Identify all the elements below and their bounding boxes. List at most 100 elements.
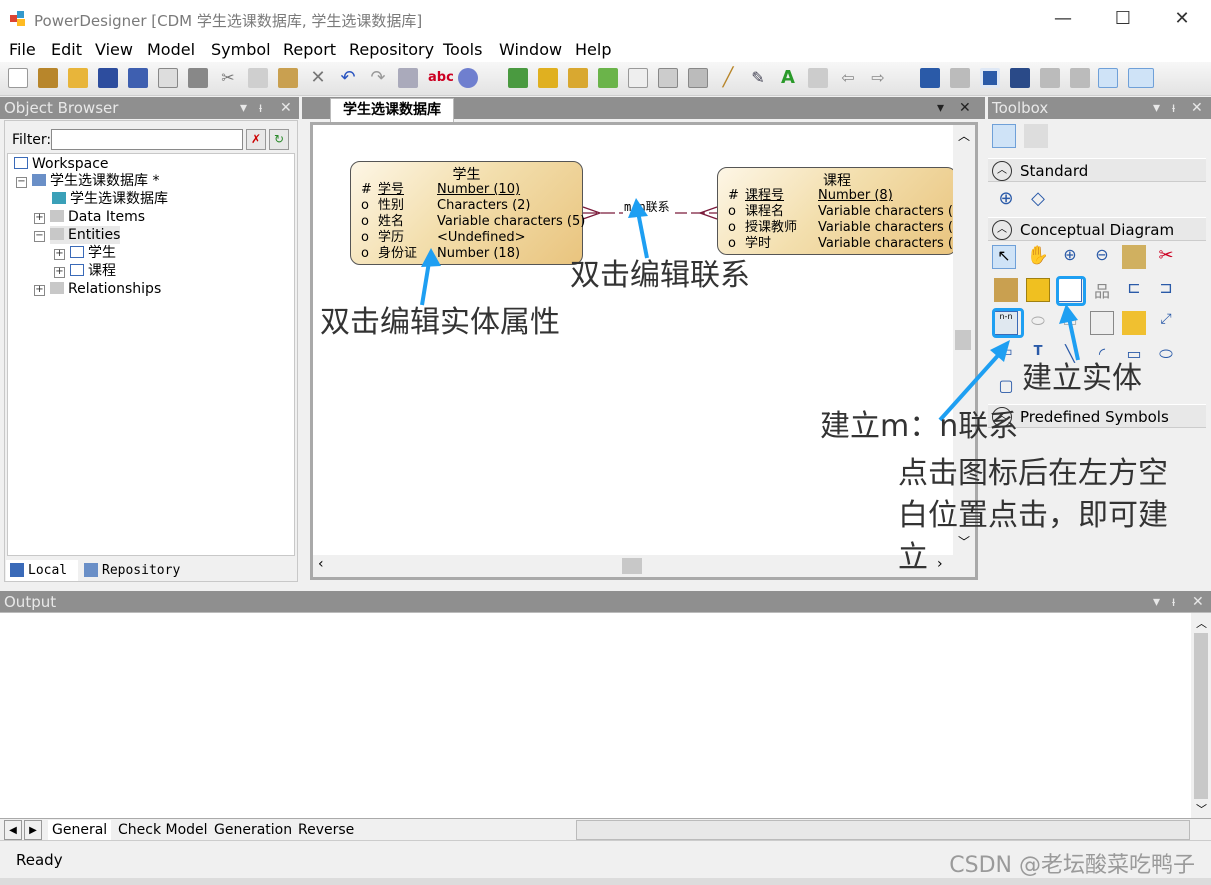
expand-entity-2-icon[interactable]: + <box>54 267 65 278</box>
association-link-tool-icon[interactable]: ⬭ <box>1026 311 1050 335</box>
tree-model[interactable]: 学生选课数据库 * <box>32 172 159 190</box>
diagram-icon[interactable] <box>920 68 940 88</box>
menu-file[interactable]: File <box>9 40 36 59</box>
list-view-icon[interactable] <box>1024 124 1048 148</box>
tree-entity-student[interactable]: 学生 <box>70 244 116 262</box>
scroll-right-icon[interactable]: › <box>937 556 943 572</box>
collapse-model-icon[interactable]: − <box>16 177 27 188</box>
large-icons-view-icon[interactable] <box>992 124 1016 148</box>
horizontal-scroll-thumb[interactable] <box>622 558 642 574</box>
zoom-page-icon[interactable] <box>1010 68 1030 88</box>
report-icon[interactable] <box>628 68 648 88</box>
print-preview-icon[interactable] <box>158 68 178 88</box>
shadow-icon[interactable] <box>658 68 678 88</box>
find-icon[interactable] <box>538 68 558 88</box>
page-icon[interactable] <box>980 68 1000 88</box>
link-tool-icon[interactable]: ⤢ <box>1154 311 1178 335</box>
back-icon[interactable]: ⇦ <box>838 68 858 88</box>
find-tool-icon[interactable]: ⊕ <box>994 188 1018 212</box>
grabber-tool-icon[interactable]: ✋ <box>1026 245 1050 269</box>
delete-icon[interactable]: ✕ <box>308 68 328 88</box>
scroll-down-icon[interactable]: ﹀ <box>958 533 970 550</box>
tab-diagram[interactable]: 学生选课数据库 <box>330 98 454 122</box>
lasso-tool-icon[interactable]: ◇ <box>1026 188 1050 212</box>
output-menu-icon[interactable]: ▾ <box>1153 591 1160 613</box>
tab-scroll-right-icon[interactable]: ▶ <box>24 820 42 840</box>
tree-entity-course[interactable]: 课程 <box>70 262 116 280</box>
clear-filter-icon[interactable]: ✗ <box>246 129 266 150</box>
menu-symbol[interactable]: Symbol <box>211 40 271 59</box>
open-icon[interactable] <box>68 68 88 88</box>
output-scroll-thumb[interactable] <box>1194 633 1208 799</box>
properties-icon[interactable] <box>398 68 418 88</box>
zoom-out-tool-icon[interactable]: ⊖ <box>1090 245 1114 269</box>
expand-data-items-icon[interactable]: + <box>34 213 45 224</box>
collapse-standard-icon[interactable]: ︿ <box>992 161 1012 181</box>
cut-icon[interactable]: ✂ <box>218 68 238 88</box>
grid-icon[interactable] <box>688 68 708 88</box>
layout-icon[interactable] <box>950 68 970 88</box>
output-panel[interactable]: ︿ ﹀ <box>0 612 1211 819</box>
ellipse-tool-icon[interactable]: ⬭ <box>1154 344 1178 368</box>
tree-workspace[interactable]: Workspace <box>14 155 109 173</box>
check-model-icon[interactable] <box>458 68 478 88</box>
apply-filter-icon[interactable]: ↻ <box>269 129 289 150</box>
object-browser-toggle-icon[interactable] <box>1098 68 1118 88</box>
tab-local[interactable]: Local <box>6 560 78 581</box>
paste-icon[interactable] <box>278 68 298 88</box>
menu-repository[interactable]: Repository <box>349 40 434 59</box>
add-package-icon[interactable] <box>508 68 528 88</box>
inheritance-tool-icon[interactable]: 品 <box>1090 278 1114 302</box>
text-style-tool-icon[interactable]: ▭ <box>994 344 1018 368</box>
section-conceptual[interactable]: ︿ Conceptual Diagram <box>988 217 1206 241</box>
section-standard[interactable]: ︿ Standard <box>988 158 1206 182</box>
rounded-rect-tool-icon[interactable]: ▢ <box>994 376 1018 400</box>
menu-report[interactable]: Report <box>283 40 336 59</box>
undo-icon[interactable]: ↶ <box>338 68 358 88</box>
menu-model[interactable]: Model <box>147 40 195 59</box>
save-all-icon[interactable] <box>128 68 148 88</box>
expand-entity-1-icon[interactable]: + <box>54 249 65 260</box>
refresh-icon[interactable] <box>598 68 618 88</box>
pointer-tool-icon[interactable]: ↖ <box>992 245 1016 269</box>
forward-icon[interactable]: ⇨ <box>868 68 888 88</box>
tree-diagram[interactable]: 学生选课数据库 <box>52 190 168 208</box>
tab-generation[interactable]: Generation <box>210 820 296 840</box>
menu-tools[interactable]: Tools <box>443 40 482 59</box>
output-toggle-icon[interactable] <box>1128 68 1154 88</box>
collapse-entities-icon[interactable]: − <box>34 231 45 242</box>
tab-general[interactable]: General <box>48 820 112 840</box>
output-scroll-down-icon[interactable]: ﹀ <box>1196 801 1207 817</box>
output-pin-icon[interactable]: ᵼ <box>1172 591 1175 613</box>
package-tool-icon[interactable] <box>994 278 1018 302</box>
menu-help[interactable]: Help <box>575 40 611 59</box>
pin-icon[interactable]: ᵼ <box>259 97 262 119</box>
new-project-icon[interactable] <box>38 68 58 88</box>
entity-course[interactable]: 课程 # 课程号 Number (8) o 课程名 Variable characters… <box>717 167 953 255</box>
vertical-scroll-thumb[interactable] <box>955 330 971 350</box>
tab-check-model[interactable]: Check Model <box>114 820 212 840</box>
zoom-in-tool-icon[interactable]: ⊕ <box>1058 245 1082 269</box>
font-icon[interactable]: A <box>778 68 798 88</box>
filter-input[interactable] <box>51 129 243 150</box>
menu-edit[interactable]: Edit <box>51 40 82 59</box>
scroll-up-icon[interactable]: ︿ <box>958 127 970 144</box>
section-predefined[interactable]: ︿ Predefined Symbols <box>988 404 1206 428</box>
tree-data-items[interactable]: Data Items <box>50 208 145 226</box>
area-tool-icon[interactable] <box>1026 278 1050 302</box>
output-close-icon[interactable]: ✕ <box>1192 591 1204 613</box>
note-tool-icon[interactable] <box>1122 311 1146 335</box>
arrange-icon[interactable] <box>1040 68 1060 88</box>
tab-reverse[interactable]: Reverse <box>294 820 358 840</box>
collapse-conceptual-icon[interactable]: ︿ <box>992 220 1012 240</box>
relationship-tool-icon[interactable]: ⊏ <box>1122 278 1146 302</box>
align-icon[interactable] <box>808 68 828 88</box>
pane-close-icon[interactable]: ✕ <box>280 97 292 119</box>
copy-icon[interactable] <box>248 68 268 88</box>
spell-check-icon[interactable]: abc <box>428 68 454 88</box>
relationship-label[interactable]: m:n联系 <box>624 198 670 215</box>
toolbox-pin-icon[interactable]: ᵼ <box>1172 97 1175 119</box>
tree-entities[interactable]: Entities <box>50 226 121 244</box>
pane-menu-icon[interactable]: ▾ <box>240 97 247 119</box>
save-icon[interactable] <box>98 68 118 88</box>
